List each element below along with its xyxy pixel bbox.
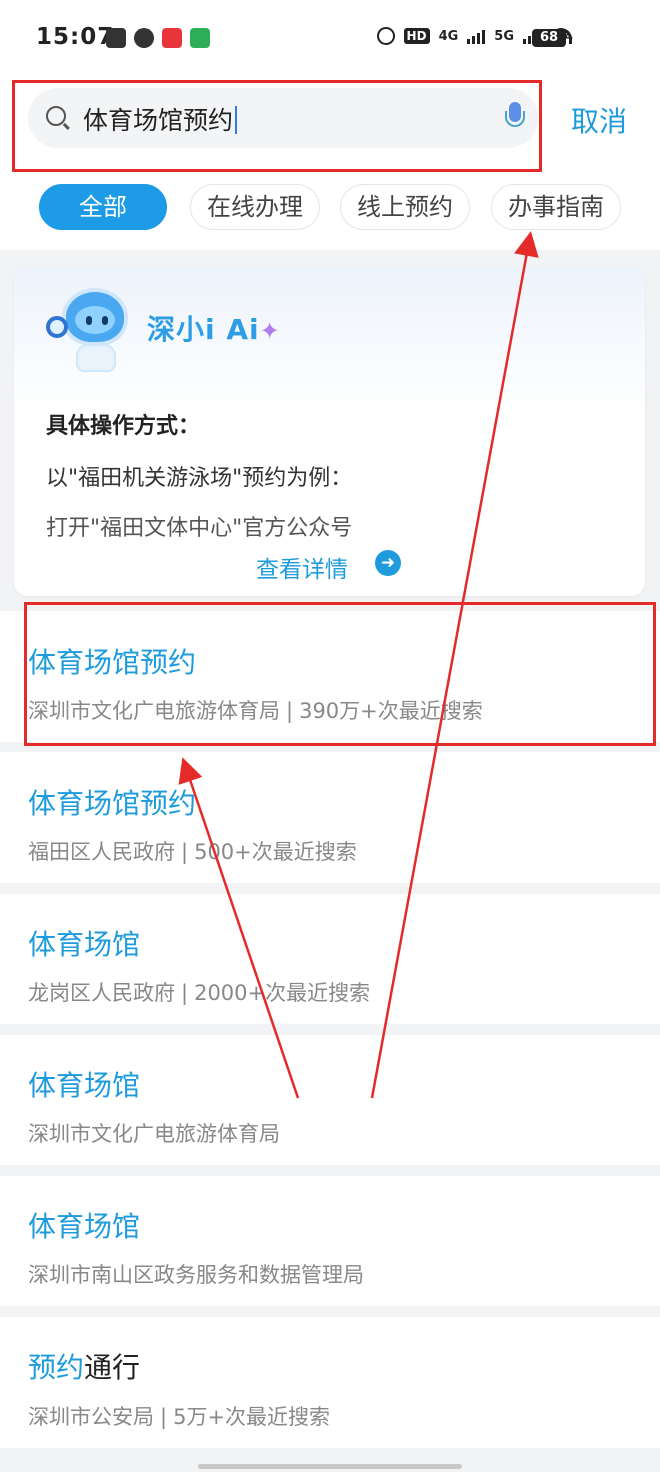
ai-heading: 具体操作方式： [46, 414, 201, 439]
view-details-link[interactable]: 查看详情 [256, 550, 348, 584]
signal-5g-label: 5G [494, 28, 514, 44]
hd-icon: HD [403, 28, 430, 44]
result-subtitle: 深圳市南山区政务服务和数据管理局 [28, 1263, 364, 1287]
search-header: 体育场馆预约 取消 全部 在线办理 线上预约 办事指南 [0, 78, 660, 250]
signal-4g-label: 4G [438, 28, 459, 44]
notification-icons [106, 28, 210, 48]
annotation-highlight-search [12, 80, 542, 172]
signal-icon [467, 28, 486, 44]
result-item[interactable]: 体育场馆 深圳市南山区政务服务和数据管理局 [0, 1176, 660, 1306]
home-indicator[interactable] [198, 1464, 462, 1469]
result-subtitle: 福田区人民政府 | 500+次最近搜索 [28, 840, 357, 864]
tab-service-guide[interactable]: 办事指南 [491, 184, 621, 230]
result-title: 体育场馆 [28, 1210, 141, 1243]
result-subtitle: 深圳市公安局 | 5万+次最近搜索 [28, 1405, 331, 1429]
status-time: 15:07 [36, 24, 115, 50]
annotation-highlight-result [24, 602, 656, 746]
result-item[interactable]: 体育场馆 深圳市文化广电旅游体育局 [0, 1035, 660, 1165]
result-subtitle: 龙岗区人民政府 | 2000+次最近搜索 [28, 981, 371, 1005]
ai-instruction-line: 以"福田机关游泳场"预约为例： [46, 466, 353, 491]
ai-assistant-card[interactable]: 深小i Ai✦ 具体操作方式： 以"福田机关游泳场"预约为例： 打开"福田文体中… [14, 266, 645, 596]
cancel-button[interactable]: 取消 [571, 100, 627, 140]
result-title: 预约通行 [28, 1351, 141, 1384]
message-icon [106, 28, 126, 48]
battery-icon: 68 [532, 29, 566, 47]
home-app-icon [190, 28, 210, 48]
news-app-icon [162, 28, 182, 48]
status-bar: 15:07 HD 4G 5G 68 ϟ [0, 0, 660, 78]
ai-instruction-line: 打开"福田文体中心"官方公众号 [46, 516, 353, 541]
result-title: 体育场馆 [28, 928, 141, 961]
tab-all[interactable]: 全部 [39, 184, 167, 230]
result-item[interactable]: 体育场馆预约 福田区人民政府 | 500+次最近搜索 [0, 752, 660, 883]
sparkle-icon: ✦ [259, 317, 281, 345]
filter-tabs: 全部 在线办理 线上预约 办事指南 [0, 184, 660, 230]
result-item[interactable]: 体育场馆 龙岗区人民政府 | 2000+次最近搜索 [0, 894, 660, 1024]
tab-online-booking[interactable]: 线上预约 [340, 184, 470, 230]
result-title: 体育场馆 [28, 1069, 141, 1102]
app-icon [134, 28, 154, 48]
tab-online-handling[interactable]: 在线办理 [190, 184, 320, 230]
result-item[interactable]: 预约通行 深圳市公安局 | 5万+次最近搜索 [0, 1317, 660, 1448]
result-subtitle: 深圳市文化广电旅游体育局 [28, 1122, 280, 1146]
alarm-icon [376, 27, 395, 45]
charging-icon: ϟ [563, 29, 574, 48]
robot-mascot-icon [46, 286, 136, 372]
result-title: 体育场馆预约 [28, 787, 197, 820]
arrow-right-icon[interactable]: ➜ [375, 550, 401, 576]
ai-title: 深小i Ai✦ [147, 313, 281, 346]
